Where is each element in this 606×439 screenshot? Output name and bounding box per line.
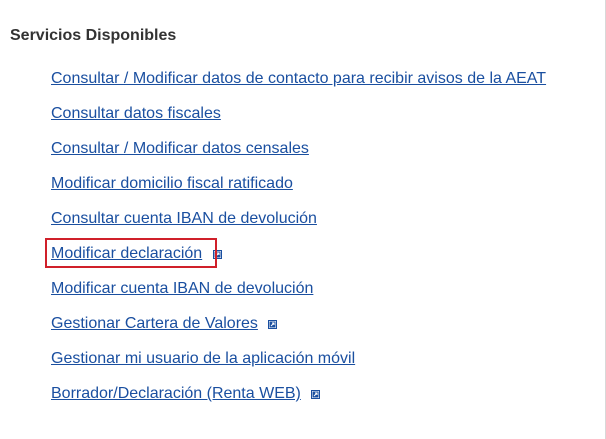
list-item: Consultar / Modificar datos censales <box>51 138 546 173</box>
link-gestionar-cartera-valores[interactable]: Gestionar Cartera de Valores <box>51 315 258 332</box>
link-consultar-modificar-datos-censales[interactable]: Consultar / Modificar datos censales <box>51 140 309 157</box>
list-item: Consultar cuenta IBAN de devolución <box>51 208 546 243</box>
list-item: Modificar cuenta IBAN de devolución <box>51 278 546 313</box>
list-item: Modificar domicilio fiscal ratificado <box>51 173 546 208</box>
list-item: Borrador/Declaración (Renta WEB) <box>51 383 546 418</box>
link-modificar-cuenta-iban[interactable]: Modificar cuenta IBAN de devolución <box>51 280 313 297</box>
external-link-icon[interactable] <box>212 250 222 259</box>
list-item: Gestionar mi usuario de la aplicación mó… <box>51 348 546 383</box>
list-item: Consultar / Modificar datos de contacto … <box>51 68 546 103</box>
link-gestionar-usuario-app-movil[interactable]: Gestionar mi usuario de la aplicación mó… <box>51 350 355 367</box>
list-item: Modificar declaración <box>45 238 546 278</box>
link-consultar-modificar-datos-contacto[interactable]: Consultar / Modificar datos de contacto … <box>51 70 546 87</box>
list-item: Gestionar Cartera de Valores <box>51 313 546 348</box>
list-item: Consultar datos fiscales <box>51 103 546 138</box>
link-modificar-domicilio-fiscal[interactable]: Modificar domicilio fiscal ratificado <box>51 175 293 192</box>
external-link-icon[interactable] <box>311 390 321 399</box>
link-consultar-datos-fiscales[interactable]: Consultar datos fiscales <box>51 105 221 122</box>
services-panel: Servicios Disponibles Consultar / Modifi… <box>0 0 606 439</box>
link-borrador-declaracion-renta-web[interactable]: Borrador/Declaración (Renta WEB) <box>51 385 301 402</box>
link-modificar-declaracion[interactable]: Modificar declaración <box>51 245 202 262</box>
external-link-icon[interactable] <box>268 320 278 329</box>
link-consultar-cuenta-iban[interactable]: Consultar cuenta IBAN de devolución <box>51 210 317 227</box>
section-title: Servicios Disponibles <box>10 27 177 44</box>
services-list: Consultar / Modificar datos de contacto … <box>45 68 546 418</box>
